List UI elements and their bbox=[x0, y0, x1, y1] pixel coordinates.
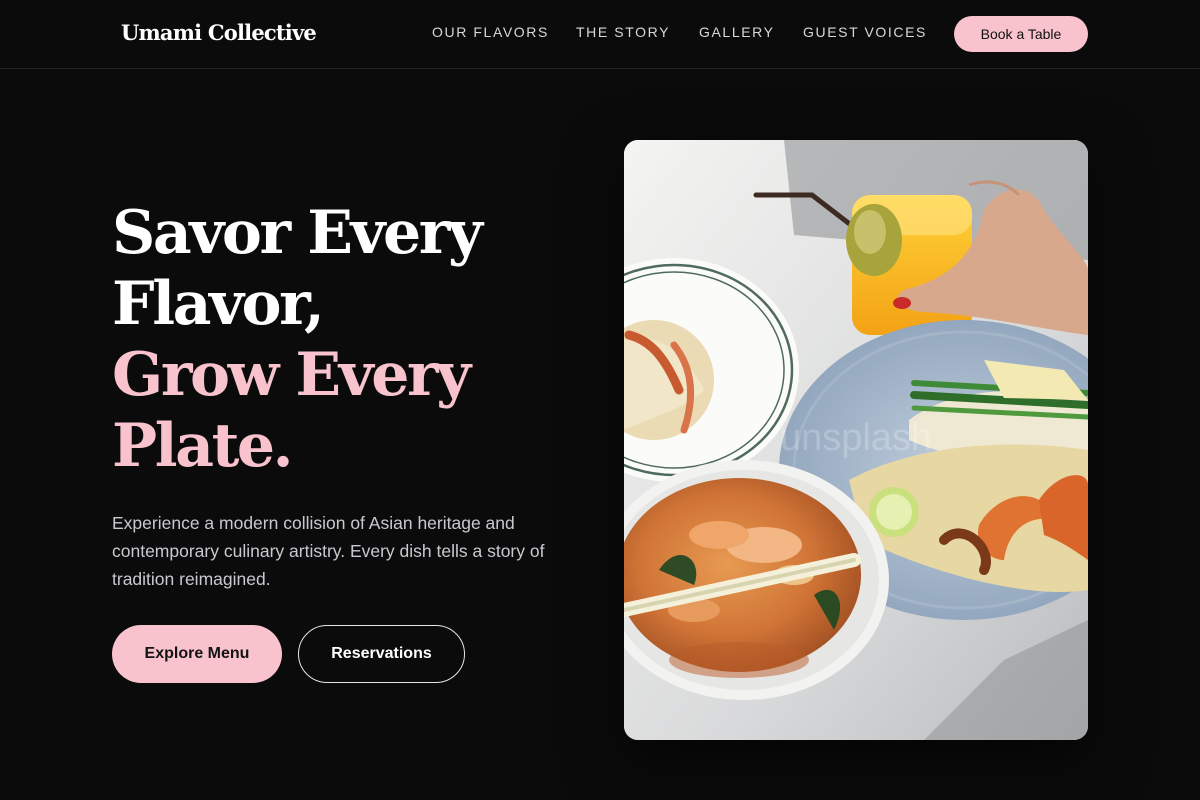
hero-headline: Savor Every Flavor, Grow Every Plate. bbox=[112, 198, 592, 482]
headline-line-3: Grow Every bbox=[112, 340, 471, 410]
headline-line-4: Plate. bbox=[112, 411, 294, 481]
book-table-button[interactable]: Book a Table bbox=[954, 16, 1088, 52]
reservations-button[interactable]: Reservations bbox=[298, 625, 465, 683]
explore-menu-button[interactable]: Explore Menu bbox=[112, 625, 282, 683]
headline-line-1: Savor Every bbox=[112, 198, 483, 268]
site-header: Umami Collective OUR FLAVORS THE STORY G… bbox=[0, 0, 1200, 69]
nav-link-the-story[interactable]: THE STORY bbox=[576, 24, 670, 40]
hero-description: Experience a modern collision of Asian h… bbox=[112, 513, 545, 589]
nav-link-guest-voices[interactable]: GUEST VOICES bbox=[803, 24, 927, 40]
watermark: unsplash bbox=[780, 417, 932, 459]
brand-logo[interactable]: Umami Collective bbox=[121, 20, 317, 45]
nav-link-our-flavors[interactable]: OUR FLAVORS bbox=[432, 24, 549, 40]
food-photo-illustration: unsplash bbox=[624, 140, 1088, 740]
hero-food-image: unsplash bbox=[624, 140, 1088, 740]
nav-link-gallery[interactable]: GALLERY bbox=[699, 24, 775, 40]
headline-line-2: Flavor, bbox=[112, 269, 325, 339]
